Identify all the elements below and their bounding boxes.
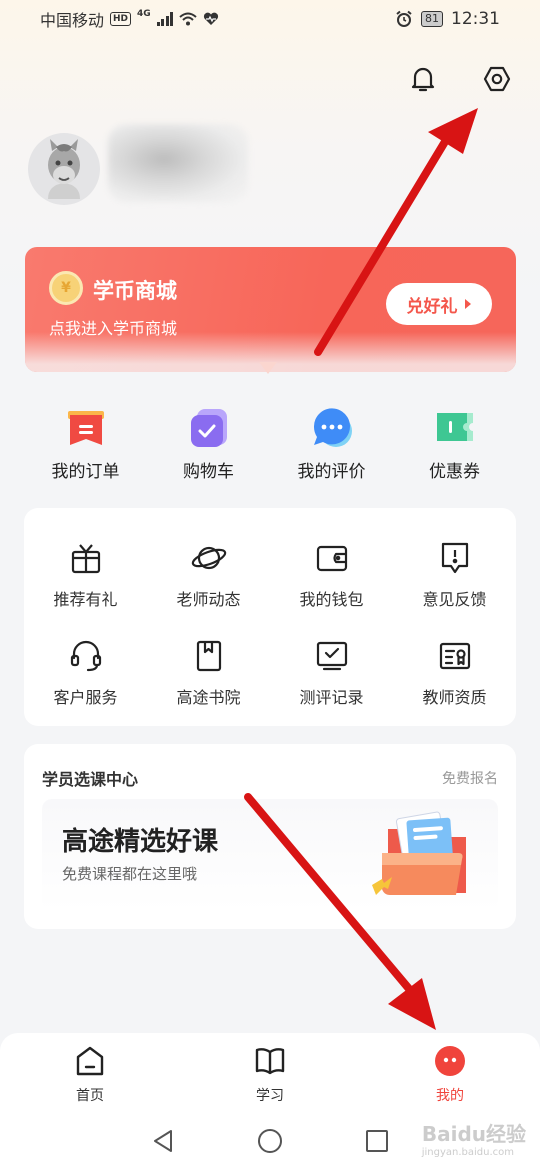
quick-item-coupons[interactable]: 优惠券	[393, 405, 516, 482]
grid-label-feedback: 意见反馈	[422, 590, 487, 609]
quick-item-reviews[interactable]: 我的评价	[270, 405, 393, 482]
quick-label-reviews: 我的评价	[297, 462, 366, 482]
coin-mall-title: 学币商城	[93, 279, 177, 303]
gift-icon	[71, 544, 100, 574]
redeem-gift-button[interactable]: 兑好礼	[386, 283, 492, 325]
free-signup-link[interactable]: 免费报名	[442, 768, 498, 788]
grid-label-customer-service: 客户服务	[53, 688, 118, 707]
tab-home[interactable]: 首页	[0, 1033, 180, 1121]
certificate-icon	[439, 642, 470, 670]
carrier-label: 中国移动	[40, 11, 105, 30]
coupon-icon	[436, 413, 473, 441]
avatar[interactable]	[28, 133, 100, 205]
baidu-watermark-url: jingyan.baidu.com	[421, 1147, 514, 1158]
tab-label-home: 首页	[76, 1088, 104, 1104]
home-circle-icon[interactable]	[257, 1128, 283, 1154]
notifications-button[interactable]	[408, 64, 438, 94]
feedback-icon	[441, 542, 468, 574]
hd-icon: HD	[110, 12, 132, 26]
course-center-title: 学员选课中心	[42, 770, 139, 789]
grid-label-certificate: 教师资质	[422, 688, 487, 707]
grid-item-feedback[interactable]: 意见反馈	[393, 540, 516, 638]
quick-item-cart[interactable]: 购物车	[147, 405, 270, 482]
heart-rate-icon	[204, 12, 219, 25]
quick-label-coupons: 优惠券	[429, 462, 480, 482]
course-headline: 高途精选好课	[62, 827, 219, 857]
book-open-icon	[255, 1048, 285, 1075]
banner-pointer	[259, 362, 277, 374]
network-type: 4G	[137, 9, 151, 19]
status-bar: 中国移动 HD 4G 81 12:31	[0, 0, 540, 38]
coin-mall-banner[interactable]: ¥ 学币商城 点我进入学币商城 兑好礼	[25, 247, 516, 372]
bottom-nav: 首页 学习 我的	[0, 1033, 540, 1121]
grid-label-referral: 推荐有礼	[53, 590, 118, 609]
comment-icon	[313, 408, 352, 447]
grid-item-teacher-news[interactable]: 老师动态	[147, 540, 270, 638]
grid-item-academy[interactable]: 高途书院	[147, 638, 270, 736]
tab-mine[interactable]: 我的	[360, 1033, 540, 1121]
cart-icon	[190, 409, 227, 447]
wallet-icon	[316, 545, 347, 572]
battery-indicator: 81	[421, 11, 443, 27]
username-blurred	[108, 124, 248, 202]
services-card: 推荐有礼 老师动态 我的钱包 意见反馈 客户服务 高途书院 测评记录 教师资质	[24, 508, 516, 726]
wifi-icon	[179, 12, 197, 26]
grid-item-certificate[interactable]: 教师资质	[393, 638, 516, 736]
clock: 12:31	[451, 9, 500, 29]
folder-illustration-icon	[372, 811, 466, 895]
home-icon	[76, 1046, 104, 1076]
grid-item-customer-service[interactable]: 客户服务	[24, 638, 147, 736]
headset-icon	[70, 640, 101, 672]
grid-item-wallet[interactable]: 我的钱包	[270, 540, 393, 638]
grid-label-assessment: 测评记录	[299, 688, 364, 707]
grid-label-teacher-news: 老师动态	[176, 590, 241, 609]
grid-item-assessment[interactable]: 测评记录	[270, 638, 393, 736]
quick-label-cart: 购物车	[183, 462, 234, 482]
planet-icon	[191, 546, 226, 570]
assessment-icon	[316, 641, 347, 671]
grid-label-academy: 高途书院	[176, 688, 241, 707]
alarm-icon	[396, 10, 412, 27]
grid-item-referral[interactable]: 推荐有礼	[24, 540, 147, 638]
signal-icon	[156, 12, 174, 26]
tab-study[interactable]: 学习	[180, 1033, 360, 1121]
redeem-gift-label: 兑好礼	[406, 296, 458, 317]
tab-label-study: 学习	[256, 1088, 284, 1104]
grid-label-wallet: 我的钱包	[299, 590, 364, 609]
horse-mascot-icon	[48, 139, 80, 199]
course-center-card: 学员选课中心 免费报名 高途精选好课 免费课程都在这里哦	[24, 744, 516, 929]
book-icon	[196, 640, 221, 672]
settings-button[interactable]	[482, 64, 512, 94]
caret-right-icon	[464, 299, 471, 309]
coin-icon: ¥	[49, 271, 83, 305]
tab-label-mine: 我的	[436, 1088, 464, 1104]
course-subline: 免费课程都在这里哦	[62, 865, 198, 883]
recents-icon[interactable]	[365, 1129, 389, 1153]
quick-item-orders[interactable]: 我的订单	[24, 405, 147, 482]
course-promo[interactable]: 高途精选好课 免费课程都在这里哦	[42, 799, 498, 911]
settings-icon	[483, 66, 511, 92]
quick-actions: 我的订单 购物车 我的评价 优惠券	[24, 405, 516, 482]
profile-dots-icon	[435, 1046, 465, 1076]
quick-label-orders: 我的订单	[51, 462, 120, 482]
bell-icon	[411, 67, 435, 92]
order-icon	[67, 411, 104, 445]
baidu-watermark: Baidu经验	[421, 1122, 526, 1146]
back-icon[interactable]	[151, 1128, 175, 1154]
